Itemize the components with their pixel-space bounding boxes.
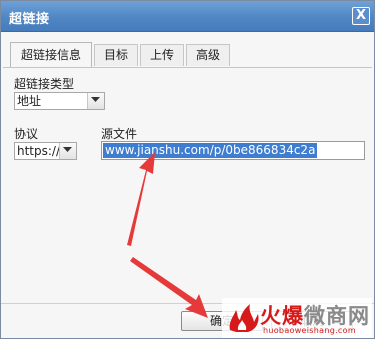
annotation-arrows	[127, 152, 208, 318]
watermark: 火爆微商网 huobaoweishang.com	[222, 298, 372, 338]
flame-logo-icon	[229, 304, 259, 332]
watermark-text-gray: 微商网	[304, 304, 370, 328]
annotation-arrow-down	[130, 257, 208, 318]
watermark-url: huobaoweishang.com	[263, 326, 356, 335]
watermark-text-red: 火爆	[260, 304, 304, 328]
annotation-arrow-up	[127, 152, 155, 246]
